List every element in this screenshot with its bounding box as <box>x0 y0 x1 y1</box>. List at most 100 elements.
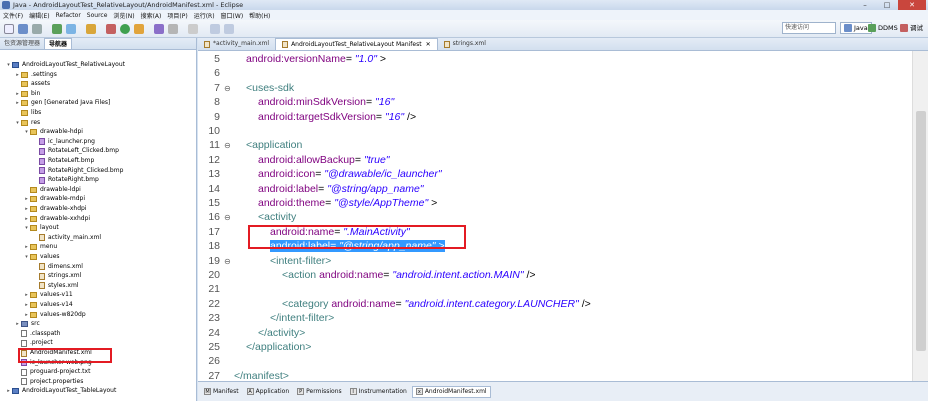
tree-item[interactable]: ▸ src <box>15 319 40 329</box>
code-line[interactable]: <intent-filter> <box>270 255 331 267</box>
menu-item[interactable]: 窗口(W) <box>221 11 244 20</box>
perspective-java[interactable]: Java <box>840 22 872 34</box>
minimize-button[interactable]: – <box>854 0 876 10</box>
close-button[interactable]: ✕ <box>898 0 926 10</box>
fold-toggle-icon[interactable]: ⊖ <box>224 141 231 150</box>
tree-item[interactable]: styles.xml <box>33 281 78 291</box>
manifest-tab[interactable]: x AndroidManifest.xml <box>411 385 491 398</box>
scrollbar-thumb[interactable] <box>916 111 926 351</box>
tab-package-explorer[interactable]: 包资源管理器 <box>0 38 44 49</box>
code-line[interactable]: android:icon= "@drawable/ic_launcher" <box>258 168 442 180</box>
code-line[interactable]: </intent-filter> <box>270 312 334 324</box>
expand-toggle-icon[interactable]: ▾ <box>6 60 11 70</box>
forward-icon[interactable] <box>224 24 234 34</box>
expand-toggle-icon[interactable]: ▸ <box>15 89 20 99</box>
tree-item[interactable]: RotateLeft.bmp <box>33 156 94 166</box>
tree-item[interactable]: ▸ drawable-xxhdpi <box>24 214 90 224</box>
fold-toggle-icon[interactable]: ⊖ <box>224 84 231 93</box>
editor-tab[interactable]: AndroidLayoutTest_RelativeLayout Manifes… <box>275 38 438 50</box>
tree-item[interactable]: ▾ AndroidLayoutTest_RelativeLayout <box>6 60 125 70</box>
open-type-icon[interactable] <box>168 24 178 34</box>
expand-toggle-icon[interactable]: ▸ <box>15 319 20 329</box>
menu-item[interactable]: 项目(P) <box>167 11 187 20</box>
expand-toggle-icon[interactable]: ▾ <box>15 118 20 128</box>
editor-tab[interactable]: strings.xml <box>438 38 492 50</box>
close-tab-icon[interactable]: ✕ <box>426 39 431 51</box>
expand-toggle-icon[interactable]: ▸ <box>24 290 29 300</box>
code-line[interactable]: </activity> <box>258 327 305 339</box>
debug-icon[interactable] <box>106 24 116 34</box>
fold-toggle-icon[interactable]: ⊖ <box>224 213 231 222</box>
tree-item[interactable]: ▸ drawable-mdpi <box>24 194 85 204</box>
code-view[interactable]: android:versionName= "1.0" > ⊖ <uses-sdk an… <box>222 51 912 381</box>
fold-toggle-icon[interactable]: ⊖ <box>224 257 231 266</box>
tree-item[interactable]: ▸ values-v14 <box>24 300 73 310</box>
tree-item[interactable]: ▸ AndroidLayoutTest_TableLayout <box>6 386 116 396</box>
tree-item[interactable]: RotateLeft_Clicked.bmp <box>33 146 119 156</box>
new-icon[interactable] <box>4 24 14 34</box>
tree-item[interactable]: ▸ drawable-xhdpi <box>24 204 87 214</box>
tree-item[interactable]: dimens.xml <box>33 262 83 272</box>
tree-item[interactable]: ▸ values-w820dp <box>24 310 86 320</box>
expand-toggle-icon[interactable]: ▾ <box>24 127 29 137</box>
tree-item[interactable]: ▾ values <box>24 252 60 262</box>
tree-item[interactable]: ▸ gen [Generated Java Files] <box>15 98 110 108</box>
code-line[interactable]: android:targetSdkVersion= "16" /> <box>258 111 416 123</box>
manifest-tab[interactable]: P Permissions <box>294 386 345 398</box>
tree-item[interactable]: ▸ .settings <box>15 70 57 80</box>
vertical-scrollbar[interactable] <box>912 51 928 381</box>
expand-toggle-icon[interactable]: ▸ <box>24 310 29 320</box>
tree-item[interactable]: .classpath <box>15 329 60 339</box>
save-icon[interactable] <box>18 24 28 34</box>
menu-item[interactable]: Source <box>87 12 108 19</box>
external-tools-icon[interactable] <box>134 24 144 34</box>
tree-item[interactable]: RotateRight_Clicked.bmp <box>33 166 123 176</box>
tree-item[interactable]: ▾ res <box>15 118 40 128</box>
menu-item[interactable]: 运行(R) <box>194 11 215 20</box>
expand-toggle-icon[interactable]: ▸ <box>24 194 29 204</box>
code-line[interactable]: <activity <box>258 211 296 223</box>
code-line[interactable]: android:label= "@string/app_name" <box>258 183 424 195</box>
tree-item[interactable]: proguard-project.txt <box>15 367 90 377</box>
tree-item[interactable]: libs <box>15 108 41 118</box>
expand-toggle-icon[interactable]: ▸ <box>24 242 29 252</box>
tree-item[interactable]: ▸ values-v11 <box>24 290 73 300</box>
manifest-tab[interactable]: M Manifest <box>201 386 242 398</box>
new-class-icon[interactable] <box>154 24 164 34</box>
code-line[interactable]: android:minSdkVersion= "16" <box>258 96 394 108</box>
maximize-button[interactable]: □ <box>876 0 898 10</box>
quick-access-input[interactable]: 快速访问 <box>782 22 836 34</box>
expand-toggle-icon[interactable]: ▸ <box>24 300 29 310</box>
expand-toggle-icon[interactable]: ▸ <box>15 70 20 80</box>
search-icon[interactable] <box>188 24 198 34</box>
tree-item[interactable]: ic_launcher.png <box>33 137 95 147</box>
manifest-tab[interactable]: I Instrumentation <box>347 386 410 398</box>
tree-item[interactable]: RotateRight.bmp <box>33 175 99 185</box>
code-line[interactable]: <category android:name= "android.intent.… <box>282 298 591 310</box>
menu-item[interactable]: Refactor <box>56 12 81 19</box>
code-line[interactable]: android:theme= "@style/AppTheme" > <box>258 197 437 209</box>
tree-item[interactable]: ▾ drawable-hdpi <box>24 127 83 137</box>
expand-toggle-icon[interactable]: ▸ <box>15 98 20 108</box>
menu-item[interactable]: 文件(F) <box>3 11 23 20</box>
manifest-tab[interactable]: A Application <box>244 386 293 398</box>
back-icon[interactable] <box>210 24 220 34</box>
tree-item[interactable]: drawable-ldpi <box>24 185 81 195</box>
tree-item[interactable]: .project <box>15 338 53 348</box>
tab-navigator[interactable]: 导航器 <box>44 38 73 49</box>
code-line[interactable]: <action android:name= "android.intent.ac… <box>282 269 536 281</box>
tree-item[interactable]: strings.xml <box>33 271 81 281</box>
code-line[interactable]: android:allowBackup= "true" <box>258 154 390 166</box>
menu-item[interactable]: 浏览(N) <box>113 11 134 20</box>
expand-toggle-icon[interactable]: ▾ <box>24 223 29 233</box>
tree-item[interactable]: activity_main.xml <box>33 233 101 243</box>
run-icon[interactable] <box>120 24 130 34</box>
avd-manager-icon[interactable] <box>66 24 76 34</box>
tree-item[interactable]: ▾ layout <box>24 223 59 233</box>
perspective-debug[interactable]: 调试 <box>900 22 923 34</box>
expand-toggle-icon[interactable]: ▸ <box>24 214 29 224</box>
code-line[interactable]: android:versionName= "1.0" > <box>246 53 386 65</box>
tree-item[interactable]: assets <box>15 79 50 89</box>
tree-item[interactable]: ▸ bin <box>15 89 40 99</box>
tree-item[interactable]: ▸ menu <box>24 242 57 252</box>
